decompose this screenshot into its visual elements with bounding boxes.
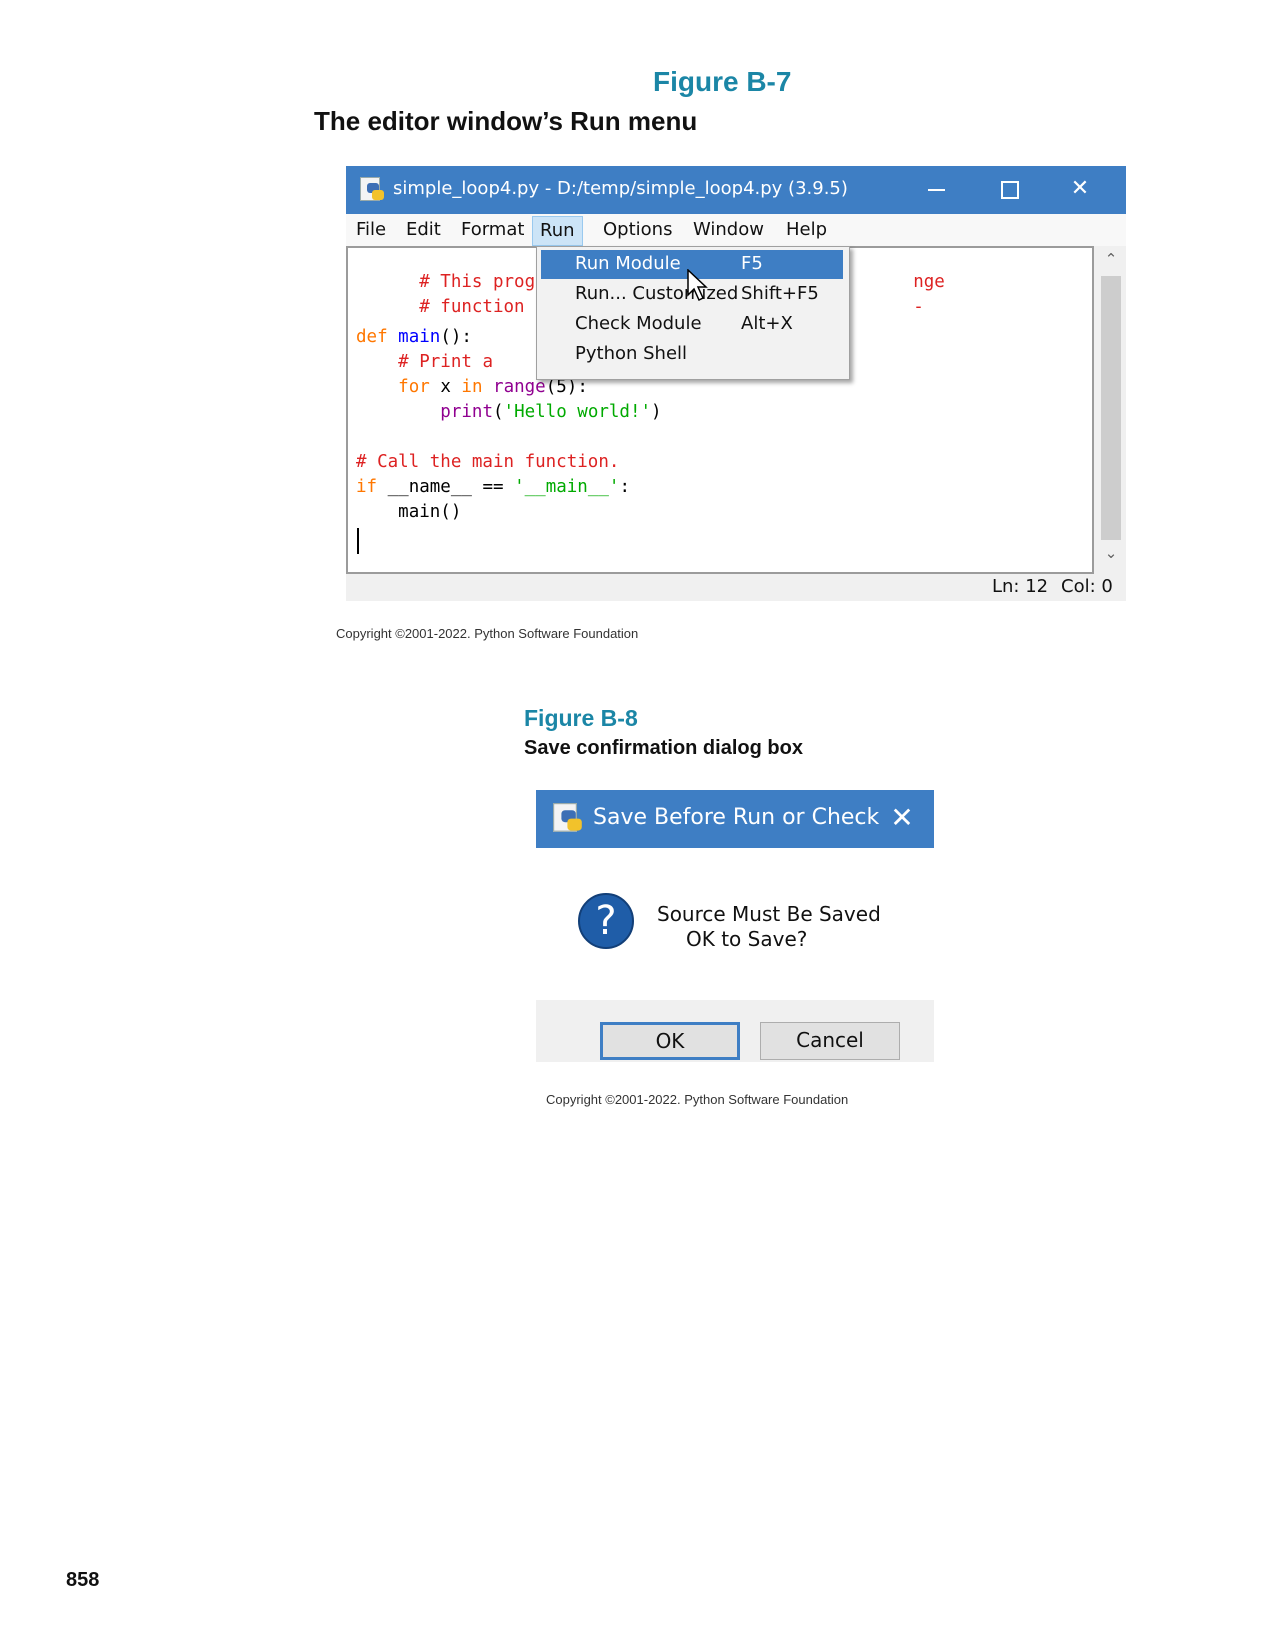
code-text: : [619,477,630,497]
python-file-icon [553,803,584,834]
dialog-titlebar[interactable]: Save Before Run or Check ✕ [536,790,934,848]
question-icon: ? [578,893,634,949]
ok-button[interactable]: OK [600,1022,740,1060]
menu-item-check-module[interactable]: Check Module Alt+X [541,310,843,339]
save-confirmation-dialog: Save Before Run or Check ✕ ? Source Must… [536,790,934,1062]
code-line-print-comment: # Print a [356,352,493,372]
figure-b7-number: Figure B-7 [653,66,792,97]
code-builtin: print [440,402,493,422]
text-caret [357,528,359,554]
code-text: x [440,377,451,397]
figure-b7-caption: The editor window’s Run menu [314,106,698,136]
menu-edit[interactable]: Edit [406,219,441,240]
dialog-button-area: OK Cancel [536,1000,934,1062]
menu-item-label: Run... Customized [575,283,739,304]
menu-item-shortcut: F5 [741,253,763,274]
editor-titlebar[interactable]: simple_loop4.py - D:/temp/simple_loop4.p… [346,166,1126,214]
code-keyword: in [461,377,483,397]
code-line-2-tail: - [850,277,924,337]
dialog-message-line-1: Source Must Be Saved [657,902,881,926]
mouse-pointer-icon [687,269,708,302]
code-line-main-call: main() [356,502,461,522]
code-line-for: for x in range(5): [356,377,588,397]
dialog-title: Save Before Run or Check [593,805,880,830]
scroll-down-icon[interactable]: ⌄ [1096,544,1126,562]
code-text: (): [440,327,472,347]
menu-item-shortcut: Alt+X [741,313,793,334]
menu-help[interactable]: Help [786,219,827,240]
menu-item-label: Check Module [575,313,702,334]
dialog-close-button[interactable]: ✕ [882,798,922,838]
minimize-button[interactable] [906,166,966,214]
code-line-def: def main(): [356,327,472,347]
run-menu-dropdown: Run Module F5 Run... Customized Shift+F5… [536,246,850,380]
dialog-message-line-2: OK to Save? [686,927,808,951]
code-comment: # Print a [398,352,493,372]
code-text: == [482,477,504,497]
figure-b8-number: Figure B-8 [524,705,638,731]
line-number-status: Ln: 12 [992,576,1049,597]
scroll-up-icon[interactable]: ⌃ [1096,250,1126,268]
close-icon: ✕ [1070,176,1090,201]
code-comment-tail: - [913,297,924,317]
close-icon: ✕ [890,801,914,834]
menu-item-shortcut: Shift+F5 [741,283,819,304]
scrollbar-thumb[interactable] [1101,276,1121,540]
code-line-print: print('Hello world!') [356,402,662,422]
figure-b8-caption: Save confirmation dialog box [524,737,803,759]
maximize-icon [1001,181,1019,199]
vertical-scrollbar[interactable]: ⌃ ⌄ [1096,246,1126,574]
code-line-call-comment: # Call the main function. [356,452,619,472]
python-file-icon [360,177,386,203]
code-string: 'Hello world!' [503,402,652,422]
code-text: (5): [545,377,588,397]
code-text: ) [651,402,662,422]
code-function-name: main [398,327,441,347]
code-keyword: if [356,477,378,497]
menu-run[interactable]: Run [532,216,583,246]
menu-options[interactable]: Options [603,219,672,240]
column-number-status: Col: 0 [1061,576,1113,597]
menu-file[interactable]: File [356,219,386,240]
page-number: 858 [66,1569,100,1591]
menu-item-python-shell[interactable]: Python Shell [541,340,843,369]
code-keyword: for [398,377,430,397]
code-text: main() [398,502,462,522]
code-text: ( [492,402,504,422]
code-text: __name__ [387,477,472,497]
code-keyword: def [356,327,388,347]
idle-editor-window: simple_loop4.py - D:/temp/simple_loop4.p… [346,166,1126,601]
figure-b8-copyright: Copyright ©2001-2022. Python Software Fo… [546,1092,849,1107]
code-comment: # Call the main function. [356,452,620,472]
editor-window-title: simple_loop4.py - D:/temp/simple_loop4.p… [393,178,848,199]
menu-window[interactable]: Window [693,219,764,240]
menu-format[interactable]: Format [461,219,524,240]
close-button[interactable]: ✕ [1050,166,1110,214]
code-builtin: range [493,377,546,397]
menu-item-label: Python Shell [575,343,688,364]
code-line-if: if __name__ == '__main__': [356,477,630,497]
minimize-icon [928,189,945,191]
figure-b7-copyright: Copyright ©2001-2022. Python Software Fo… [336,626,639,641]
menu-bar: File Edit Format Run Options Window Help [346,214,1126,246]
code-string: '__main__' [514,477,620,497]
cancel-button[interactable]: Cancel [760,1022,900,1060]
menu-item-label: Run Module [575,253,681,274]
status-bar: Ln: 12 Col: 0 [346,574,1126,601]
maximize-button[interactable] [978,166,1038,214]
